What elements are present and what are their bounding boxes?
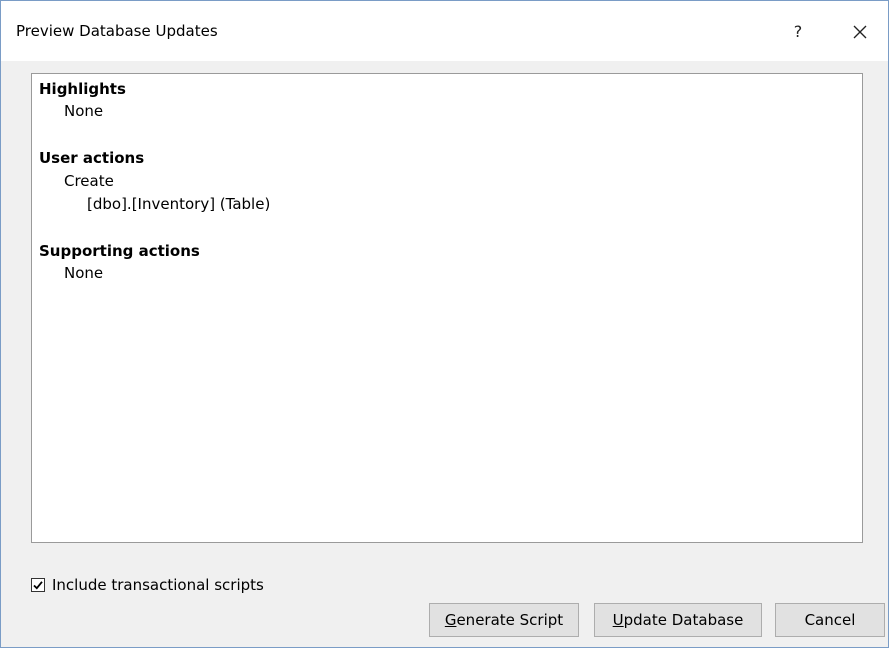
supporting-actions-heading: Supporting actions (39, 242, 200, 260)
user-actions-heading: User actions (39, 149, 145, 167)
title-bar: Preview Database Updates ? (1, 1, 888, 61)
close-icon (853, 25, 867, 39)
highlights-heading: Highlights (39, 80, 126, 98)
user-action-create: Create (64, 172, 114, 190)
update-database-button[interactable]: Update Database (594, 603, 762, 637)
checkbox-box[interactable] (31, 578, 45, 592)
supporting-actions-item: None (64, 264, 104, 282)
generate-script-mnemonic: G (444, 611, 457, 629)
include-transactional-scripts-checkbox[interactable]: Include transactional scripts (31, 575, 264, 595)
update-database-mnemonic: U (612, 611, 624, 629)
generate-script-label: enerate Script (456, 611, 564, 629)
user-action-target: [dbo].[Inventory] (Table) (87, 195, 271, 213)
close-button[interactable] (843, 15, 877, 49)
preview-database-updates-dialog: Preview Database Updates ? Highlights No… (0, 0, 889, 648)
update-database-label: pdate Database (623, 611, 744, 629)
highlights-item: None (64, 102, 104, 120)
preview-content-panel: Highlights None User actions Create [dbo… (31, 73, 863, 543)
generate-script-button[interactable]: Generate Script (429, 603, 579, 637)
dialog-title: Preview Database Updates (16, 22, 218, 40)
cancel-button[interactable]: Cancel (775, 603, 885, 637)
include-transactional-scripts-label: Include transactional scripts (52, 576, 264, 594)
checkmark-icon (33, 581, 43, 590)
help-button[interactable]: ? (781, 15, 815, 49)
